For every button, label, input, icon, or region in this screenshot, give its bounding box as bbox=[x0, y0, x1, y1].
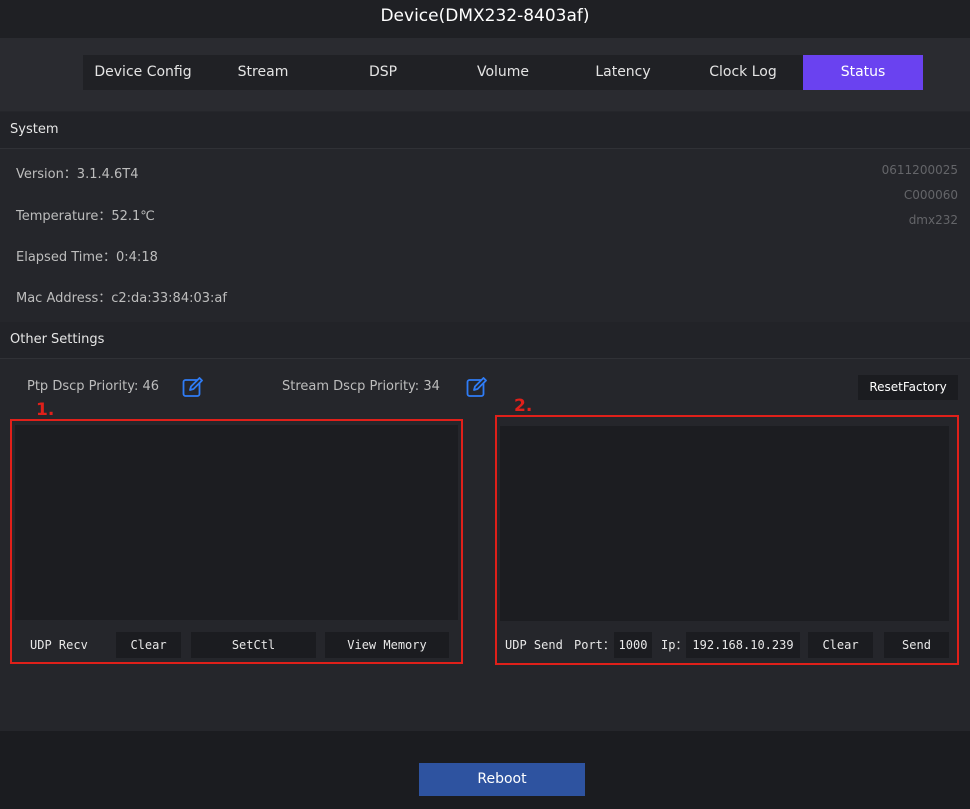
reboot-button[interactable]: Reboot bbox=[419, 763, 585, 796]
setctl-button[interactable]: SetCtl bbox=[191, 632, 316, 658]
port-input[interactable]: 1000 bbox=[614, 632, 652, 658]
ip-label: Ip： bbox=[661, 638, 688, 652]
temperature-text: Temperature：52.1℃ bbox=[16, 209, 155, 224]
udp-recv-clear-button[interactable]: Clear bbox=[116, 632, 181, 658]
annotation-number-1: 1. bbox=[36, 400, 55, 420]
tab-status[interactable]: Status bbox=[803, 55, 923, 90]
edit-ptp-priority-icon[interactable] bbox=[182, 376, 204, 398]
send-button[interactable]: Send bbox=[884, 632, 949, 658]
tab-clock-log[interactable]: Clock Log bbox=[683, 55, 803, 90]
version-text: Version：3.1.4.6T4 bbox=[16, 167, 139, 182]
ptp-dscp-priority-label: Ptp Dscp Priority: 46 bbox=[27, 379, 160, 394]
udp-send-label: UDP Send bbox=[505, 638, 563, 652]
mac-address-text: Mac Address：c2:da:33:84:03:af bbox=[16, 291, 227, 306]
port-label: Port： bbox=[574, 638, 615, 652]
reset-factory-button[interactable]: ResetFactory bbox=[858, 375, 958, 400]
tab-strip: Device Config Stream DSP Volume Latency … bbox=[83, 55, 923, 90]
other-settings-header: Other Settings bbox=[0, 322, 970, 359]
tab-stream[interactable]: Stream bbox=[203, 55, 323, 90]
window-title: Device(DMX232-8403af) bbox=[380, 6, 590, 26]
tab-dsp[interactable]: DSP bbox=[323, 55, 443, 90]
udp-send-message-area[interactable] bbox=[500, 426, 949, 621]
stream-dscp-priority-label: Stream Dscp Priority: 34 bbox=[282, 379, 440, 394]
udp-recv-label: UDP Recv bbox=[30, 638, 88, 652]
tab-latency[interactable]: Latency bbox=[563, 55, 683, 90]
elapsed-time-text: Elapsed Time：0:4:18 bbox=[16, 250, 158, 265]
serial-number-text: 0611200025 bbox=[881, 163, 958, 177]
edit-stream-priority-icon[interactable] bbox=[466, 376, 488, 398]
tab-volume[interactable]: Volume bbox=[443, 55, 563, 90]
udp-recv-log-area[interactable] bbox=[15, 425, 458, 620]
view-memory-button[interactable]: View Memory bbox=[325, 632, 449, 658]
model-name-text: dmx232 bbox=[908, 213, 958, 227]
tab-device-config[interactable]: Device Config bbox=[83, 55, 203, 90]
ip-input[interactable]: 192.168.10.239 bbox=[686, 632, 800, 658]
system-section-header: System bbox=[0, 112, 970, 149]
udp-send-clear-button[interactable]: Clear bbox=[808, 632, 873, 658]
hardware-id-text: C000060 bbox=[903, 188, 958, 202]
annotation-number-2: 2. bbox=[514, 396, 533, 416]
